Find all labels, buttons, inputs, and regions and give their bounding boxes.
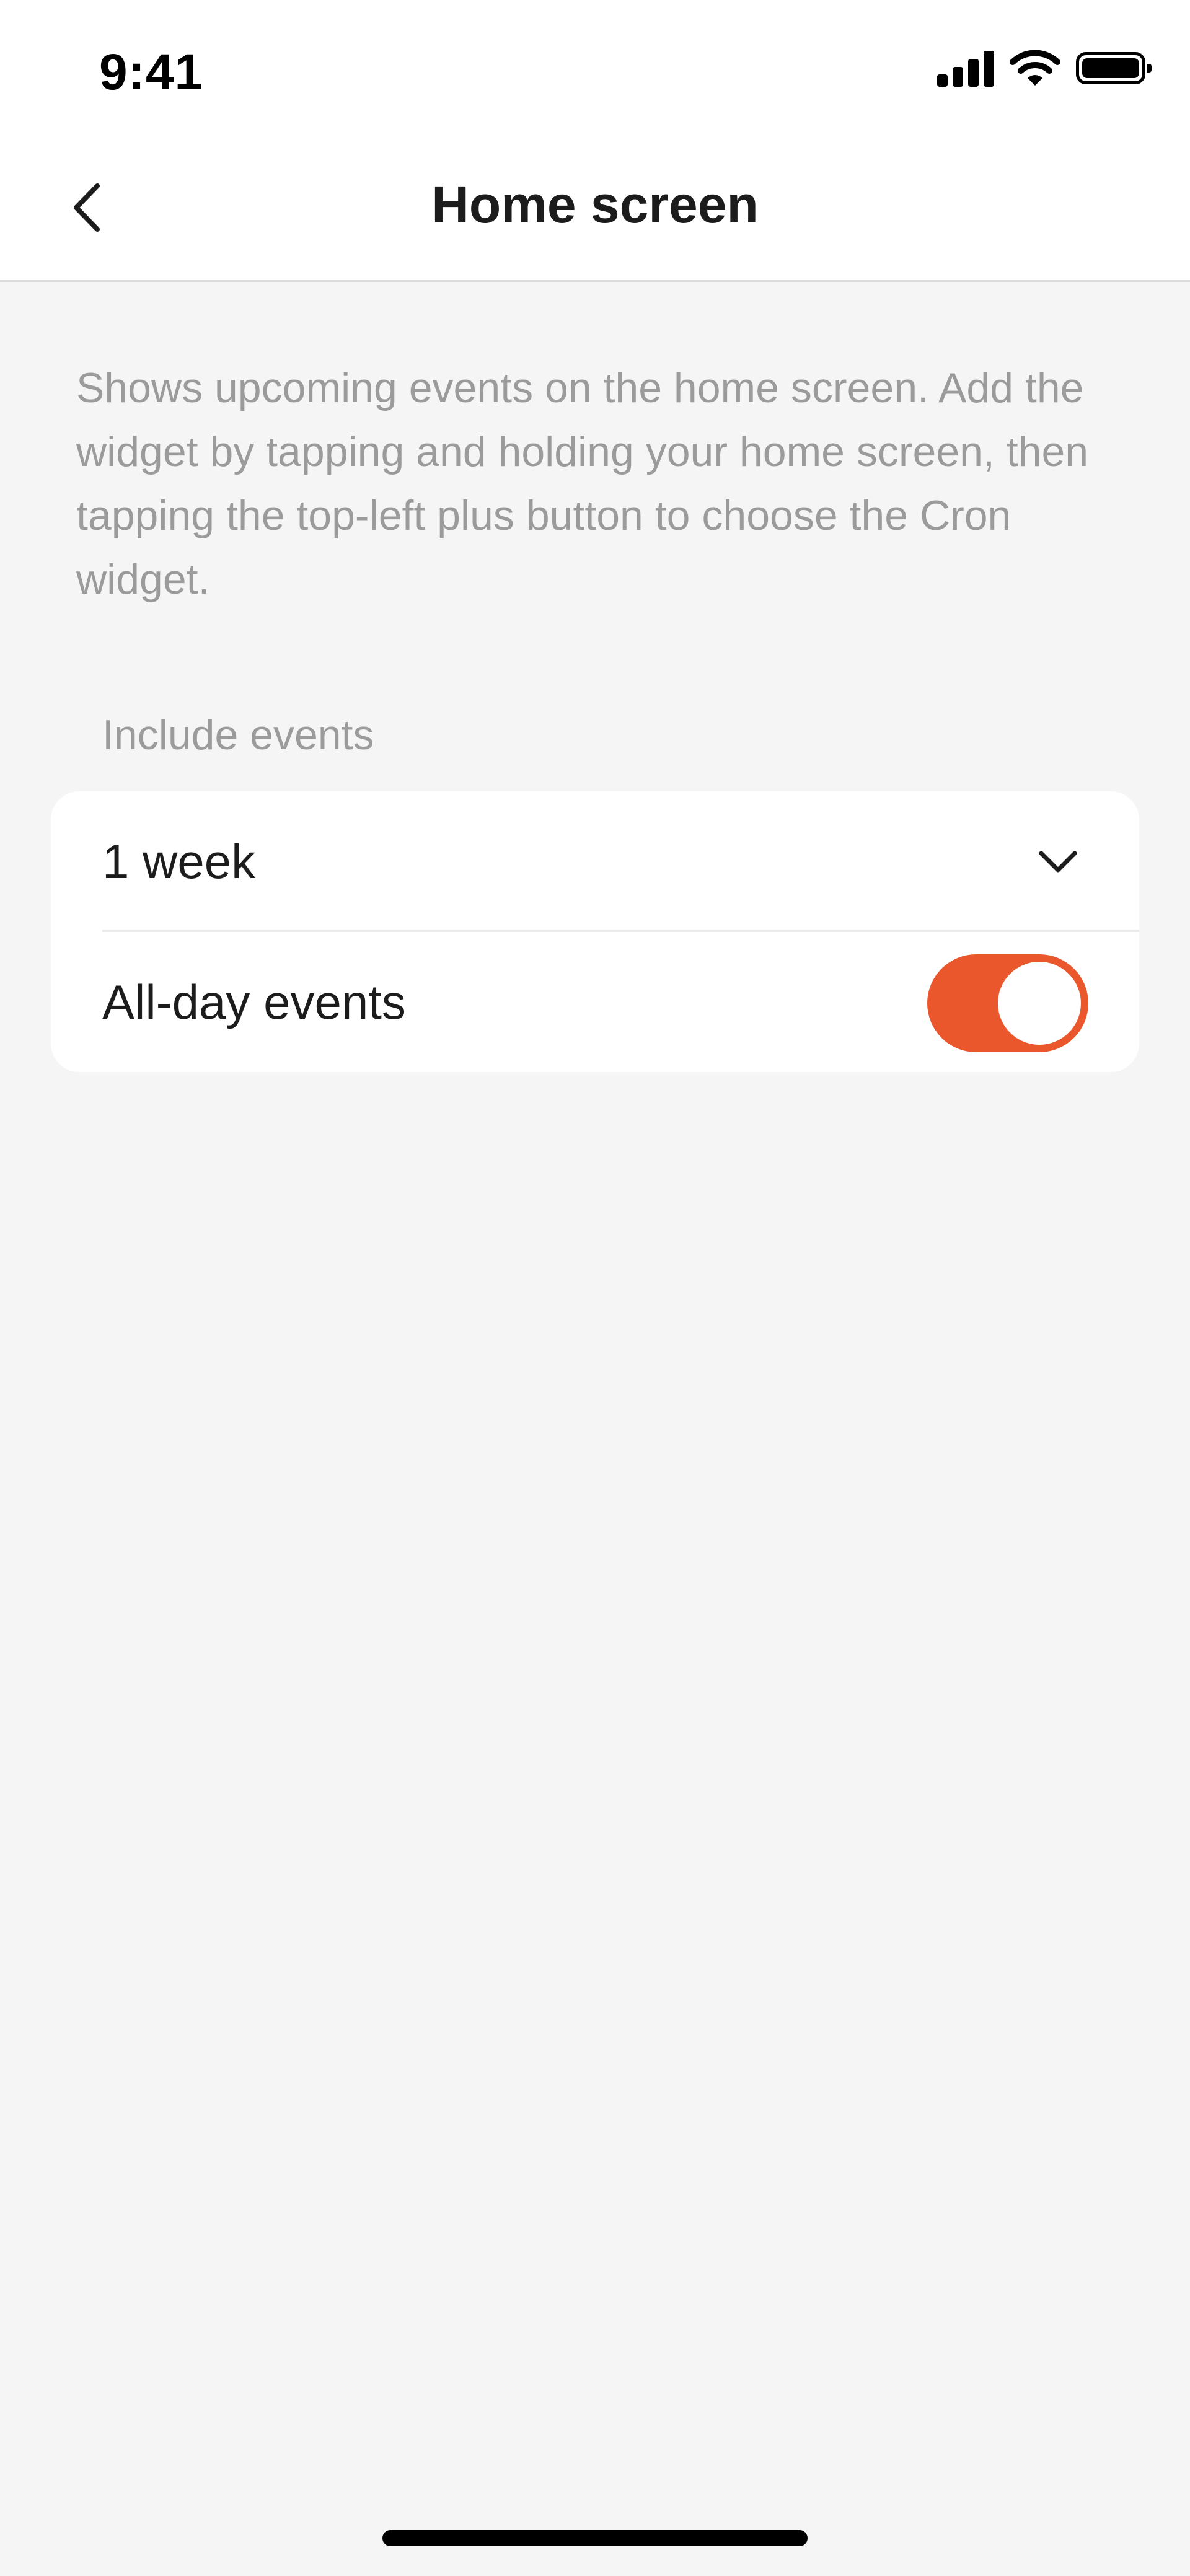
signal-icon [937,50,994,87]
wifi-icon [1010,50,1060,86]
settings-card: 1 week All-day events [51,791,1139,1072]
page-title: Home screen [431,175,759,234]
widget-description: Shows upcoming events on the home screen… [76,364,1089,603]
all-day-events-label: All-day events [102,974,406,1029]
event-range-value: 1 week [102,833,256,889]
header: 9:41 Home screen [0,0,1190,282]
all-day-events-toggle[interactable] [927,954,1088,1052]
chevron-down-icon [1039,851,1077,873]
status-time: 9:41 [99,44,204,100]
event-range-select[interactable]: 1 week [51,791,1139,931]
status-icons [937,50,1152,87]
include-events-label: Include events [102,711,374,758]
all-day-events-row: All-day events [51,932,1139,1072]
battery-icon [1076,52,1152,84]
toggle-knob [998,962,1081,1045]
home-screen-settings-page: 9:41 Home screen Shows upcoming events o… [0,0,1190,2576]
home-indicator [382,2530,808,2546]
